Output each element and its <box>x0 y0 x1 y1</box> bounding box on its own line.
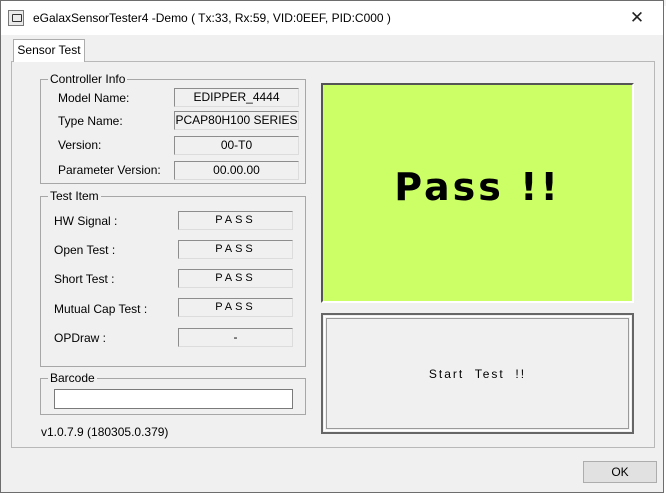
opdraw-label: OPDraw : <box>54 331 107 345</box>
test-item-label: Test Item <box>48 189 101 203</box>
result-text: Pass !! <box>394 165 561 209</box>
tab-sensor-test[interactable]: Sensor Test <box>13 39 85 62</box>
open-test-result: PASS <box>178 240 293 259</box>
start-test-button-label: Start Test !! <box>428 366 527 381</box>
result-panel: Pass !! <box>321 83 634 303</box>
title-bar: eGalaxSensorTester4 -Demo ( Tx:33, Rx:59… <box>1 1 663 35</box>
version-label: Version: <box>58 138 102 152</box>
mutual-cap-test-label: Mutual Cap Test : <box>54 302 148 316</box>
hw-signal-label: HW Signal : <box>54 214 118 228</box>
close-button[interactable]: ✕ <box>617 5 657 31</box>
app-version-text: v1.0.7.9 (180305.0.379) <box>41 425 169 439</box>
version-field: 00-T0 <box>174 136 299 155</box>
dialog-window: eGalaxSensorTester4 -Demo ( Tx:33, Rx:59… <box>0 0 664 493</box>
short-test-result: PASS <box>178 269 293 288</box>
barcode-input[interactable] <box>54 389 293 409</box>
barcode-label: Barcode <box>48 371 97 385</box>
parameter-version-field: 00.00.00 <box>174 161 299 180</box>
window-title: eGalaxSensorTester4 -Demo ( Tx:33, Rx:59… <box>33 11 391 25</box>
opdraw-result: - <box>178 328 293 347</box>
mutual-cap-test-result: PASS <box>178 298 293 317</box>
ok-button[interactable]: OK <box>583 461 657 483</box>
short-test-label: Short Test : <box>54 272 115 286</box>
type-name-label: Type Name: <box>58 114 123 128</box>
start-test-button[interactable]: Start Test !! <box>321 313 634 434</box>
controller-info-label: Controller Info <box>48 72 128 86</box>
hw-signal-result: PASS <box>178 211 293 230</box>
parameter-version-label: Parameter Version: <box>58 163 161 177</box>
model-name-label: Model Name: <box>58 91 130 105</box>
model-name-field: EDIPPER_4444 <box>174 88 299 107</box>
app-icon <box>8 10 24 26</box>
type-name-field: PCAP80H100 SERIES <box>174 111 299 130</box>
open-test-label: Open Test : <box>54 243 116 257</box>
